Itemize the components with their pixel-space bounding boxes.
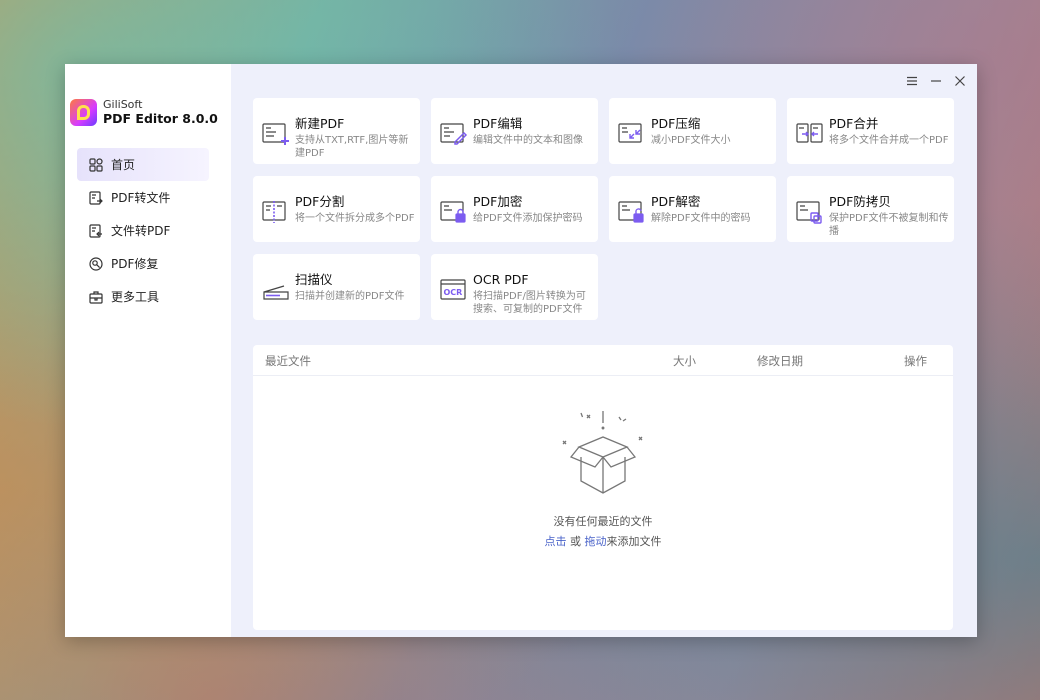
column-header-name: 最近文件 [265, 354, 311, 368]
card-desc: 编辑文件中的文本和图像 [473, 135, 583, 146]
card-title: OCR PDF [473, 272, 529, 287]
card-title: 新建PDF [295, 116, 345, 131]
sidebar-item-label: 更多工具 [111, 290, 160, 304]
card-title: 扫描仪 [295, 272, 333, 287]
sidebar-item-pdf-to-file[interactable]: PDF转文件 [77, 181, 209, 214]
menu-icon[interactable] [905, 74, 919, 88]
empty-message: 没有任何最近的文件 [553, 515, 653, 528]
card-title: PDF加密 [473, 194, 523, 209]
sidebar-item-label: PDF修复 [111, 257, 159, 271]
file-to-pdf-icon [89, 223, 103, 238]
card-title: PDF防拷贝 [829, 194, 891, 209]
tool-card-pdf-merge[interactable]: PDF合并 将多个文件合并成一个PDF [787, 98, 954, 164]
column-header-action: 操作 [904, 354, 927, 368]
card-title: PDF分割 [295, 194, 345, 209]
tool-card-ocr-pdf[interactable]: OCR OCR PDF 将扫描PDF/图片转换为可搜索、可复制的PDF文件 [431, 254, 598, 320]
brand-product: PDF Editor 8.0.0 [103, 111, 218, 127]
empty-box-icon [553, 407, 653, 503]
sidebar-nav: 首页 PDF转文件 文件转PDF PDF修复 更多工具 [77, 148, 209, 313]
new-pdf-icon [262, 122, 290, 146]
card-desc: 将扫描PDF/图片转换为可搜索、可复制的PDF文件 [473, 291, 586, 315]
card-desc: 将一个文件拆分成多个PDF [295, 213, 415, 224]
click-to-add-link[interactable]: 点击 [545, 535, 567, 548]
pdf-merge-icon [796, 122, 824, 146]
close-icon[interactable] [953, 74, 967, 88]
card-desc: 减小PDF文件大小 [651, 135, 731, 146]
tool-card-pdf-copy-protect[interactable]: PDF防拷贝 保护PDF文件不被复制和传播 [787, 176, 954, 242]
card-desc: 支持从TXT,RTF,图片等新建PDF [295, 135, 409, 159]
sidebar: GiliSoft PDF Editor 8.0.0 首页 PDF转文件 文件转P… [65, 64, 231, 637]
sidebar-item-file-to-pdf[interactable]: 文件转PDF [77, 214, 209, 247]
recent-files-table: 最近文件 大小 修改日期 操作 没有任何最近的文件 点击 或 拖动来添加文件 [253, 345, 953, 630]
column-header-date: 修改日期 [757, 354, 803, 368]
column-header-size: 大小 [673, 354, 696, 368]
card-desc: 将多个文件合并成一个PDF [829, 135, 949, 146]
pdf-compress-icon [618, 122, 646, 146]
pdf-repair-icon [89, 256, 103, 271]
app-window: GiliSoft PDF Editor 8.0.0 首页 PDF转文件 文件转P… [65, 64, 977, 637]
card-title: PDF编辑 [473, 116, 523, 131]
card-title: PDF解密 [651, 194, 701, 209]
sidebar-item-pdf-repair[interactable]: PDF修复 [77, 247, 209, 280]
card-title: PDF压缩 [651, 116, 701, 131]
app-logo-icon [70, 98, 97, 126]
brand: GiliSoft PDF Editor 8.0.0 [70, 98, 218, 126]
tool-grid: 新建PDF 支持从TXT,RTF,图片等新建PDF PDF编辑 编辑文件中的文本… [253, 98, 954, 320]
pdf-edit-icon [440, 122, 468, 146]
pdf-encrypt-icon [440, 200, 468, 224]
tool-card-pdf-decrypt[interactable]: PDF解密 解除PDF文件中的密码 [609, 176, 776, 242]
minimize-icon[interactable] [929, 74, 943, 88]
tool-card-pdf-encrypt[interactable]: PDF加密 给PDF文件添加保护密码 [431, 176, 598, 242]
recent-files-header: 最近文件 大小 修改日期 操作 [253, 345, 953, 376]
scanner-icon [262, 278, 290, 302]
tool-card-pdf-compress[interactable]: PDF压缩 减小PDF文件大小 [609, 98, 776, 164]
card-desc: 扫描并创建新的PDF文件 [295, 291, 405, 302]
home-grid-icon [89, 157, 103, 172]
ocr-icon: OCR [440, 278, 468, 302]
brand-company: GiliSoft [103, 98, 143, 111]
toolbox-icon [89, 290, 103, 304]
tool-card-new-pdf[interactable]: 新建PDF 支持从TXT,RTF,图片等新建PDF [253, 98, 420, 164]
pdf-copy-protect-icon [796, 200, 824, 224]
pdf-decrypt-icon [618, 200, 646, 224]
tool-card-pdf-split[interactable]: PDF分割 将一个文件拆分成多个PDF [253, 176, 420, 242]
sidebar-item-home[interactable]: 首页 [77, 148, 209, 181]
sidebar-item-label: 首页 [111, 158, 136, 172]
sidebar-item-label: PDF转文件 [111, 191, 171, 205]
empty-state: 没有任何最近的文件 点击 或 拖动来添加文件 [253, 407, 953, 552]
svg-text:OCR: OCR [444, 288, 463, 297]
card-desc: 解除PDF文件中的密码 [651, 213, 751, 224]
drag-to-add-link[interactable]: 拖动 [585, 535, 607, 548]
sidebar-item-more-tools[interactable]: 更多工具 [77, 280, 209, 313]
card-desc: 给PDF文件添加保护密码 [473, 213, 583, 224]
pdf-to-file-icon [89, 190, 103, 205]
window-controls [905, 74, 967, 88]
tool-card-pdf-edit[interactable]: PDF编辑 编辑文件中的文本和图像 [431, 98, 598, 164]
add-files-text: 来添加文件 [606, 535, 662, 548]
card-desc: 保护PDF文件不被复制和传播 [829, 213, 949, 237]
tool-card-scanner[interactable]: 扫描仪 扫描并创建新的PDF文件 [253, 254, 420, 320]
main-panel: 新建PDF 支持从TXT,RTF,图片等新建PDF PDF编辑 编辑文件中的文本… [231, 64, 977, 637]
or-text: 或 [570, 535, 581, 548]
sidebar-item-label: 文件转PDF [111, 224, 171, 238]
pdf-split-icon [262, 200, 290, 224]
card-title: PDF合并 [829, 116, 879, 131]
